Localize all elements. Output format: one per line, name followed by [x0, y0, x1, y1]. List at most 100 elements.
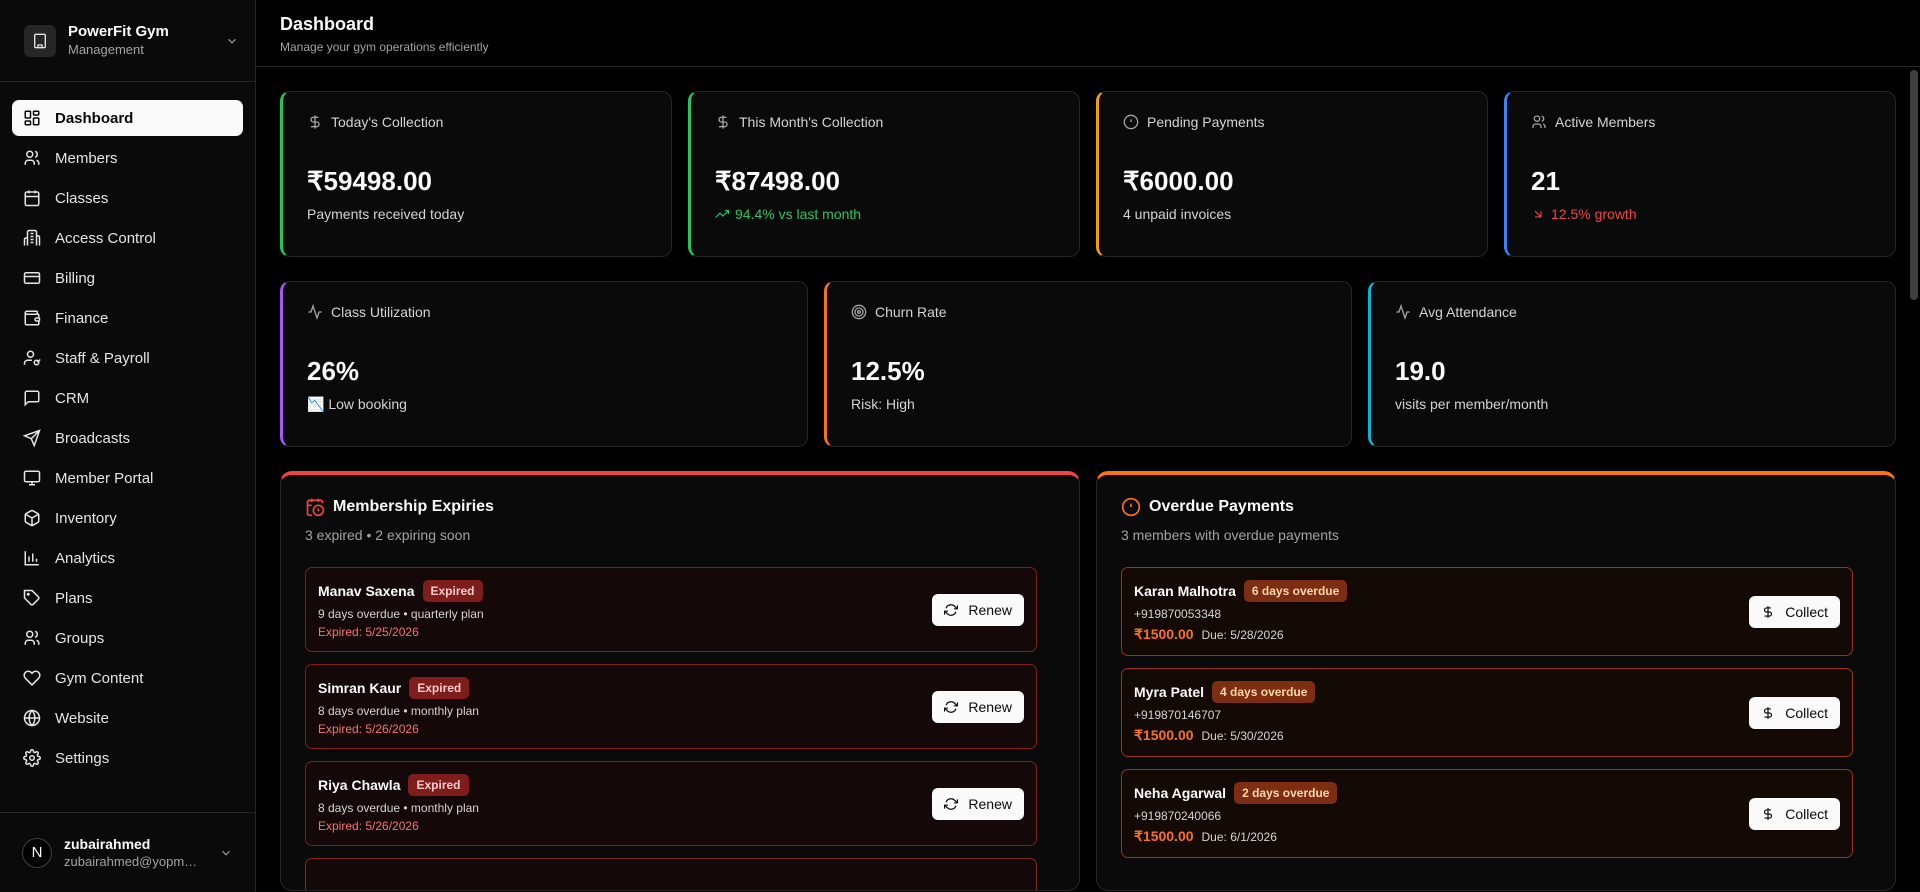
- sidebar-item-gym-content[interactable]: Gym Content: [12, 660, 243, 696]
- users-icon: [1531, 114, 1547, 130]
- entry-detail: 8 days overdue • monthly plan: [318, 801, 479, 815]
- entry-detail: 8 days overdue • monthly plan: [318, 704, 479, 718]
- dollar-icon: [715, 114, 731, 130]
- sidebar-item-label: Groups: [55, 629, 105, 647]
- sidebar-item-analytics[interactable]: Analytics: [12, 540, 243, 576]
- target-icon: [851, 304, 867, 320]
- sidebar-item-billing[interactable]: Billing: [12, 260, 243, 296]
- overdue-payments-panel: Overdue Payments 3 members with overdue …: [1096, 471, 1896, 891]
- button-label: Renew: [968, 601, 1012, 618]
- sidebar-nav: Dashboard Members Classes Access Control…: [0, 82, 255, 812]
- due-date: Due: 5/30/2026: [1201, 729, 1284, 743]
- renew-button[interactable]: Renew: [932, 787, 1024, 820]
- member-phone: +919870053348: [1134, 607, 1222, 621]
- refresh-icon: [944, 700, 959, 714]
- stat-note: Risk: High: [851, 396, 915, 412]
- dashboard-icon: [23, 109, 41, 127]
- member-name: Karan Malhotra: [1134, 583, 1236, 599]
- sidebar-item-access-control[interactable]: Access Control: [12, 220, 243, 256]
- sidebar-item-dashboard[interactable]: Dashboard: [12, 100, 243, 136]
- member-name: Neha Agarwal: [1134, 785, 1227, 801]
- stat-value: 21: [1531, 166, 1560, 196]
- sidebar-item-member-portal[interactable]: Member Portal: [12, 460, 243, 496]
- globe-icon: [23, 709, 41, 727]
- due-date: Due: 6/1/2026: [1201, 830, 1277, 844]
- overdue-badge: 6 days overdue: [1243, 580, 1348, 602]
- alert-circle-icon: [1123, 114, 1139, 130]
- member-name: Manav Saxena: [318, 583, 415, 599]
- stat-card-avg-attendance: Avg Attendance 19.0 visits per member/mo…: [1368, 281, 1896, 447]
- refresh-icon: [944, 603, 959, 617]
- amount-due: ₹1500.00: [1134, 828, 1194, 844]
- stat-card-churn-rate: Churn Rate 12.5% Risk: High: [824, 281, 1352, 447]
- activity-icon: [1395, 304, 1411, 320]
- refresh-icon: [944, 797, 959, 811]
- sidebar-item-inventory[interactable]: Inventory: [12, 500, 243, 536]
- sidebar-item-settings[interactable]: Settings: [12, 740, 243, 776]
- users-icon: [23, 629, 41, 647]
- button-label: Renew: [968, 795, 1012, 812]
- user-name: zubairahmed: [64, 835, 151, 852]
- sidebar-item-label: Broadcasts: [55, 429, 131, 447]
- gear-icon: [23, 749, 41, 767]
- user-menu[interactable]: N zubairahmed zubairahmed@yopmail.com: [0, 812, 255, 892]
- sidebar-item-broadcasts[interactable]: Broadcasts: [12, 420, 243, 456]
- building-icon: [23, 229, 41, 247]
- overdue-badge: 2 days overdue: [1234, 782, 1338, 804]
- member-phone: +919870146707: [1134, 708, 1222, 722]
- panel-subtitle: 3 expired • 2 expiring soon: [305, 527, 471, 543]
- sidebar-item-members[interactable]: Members: [12, 140, 243, 176]
- stat-card-month-collection: This Month's Collection ₹87498.00 94.4% …: [688, 91, 1080, 257]
- list-item: Riya Chawla Expired 8 days overdue • mont…: [305, 761, 1037, 846]
- sidebar-item-classes[interactable]: Classes: [12, 180, 243, 216]
- sidebar-item-label: Website: [55, 709, 109, 727]
- expired-date: Expired: 5/25/2026: [318, 625, 419, 639]
- sidebar-item-plans[interactable]: Plans: [12, 580, 243, 616]
- calendar-clock-icon: [305, 497, 325, 517]
- membership-expiries-panel: Membership Expiries 3 expired • 2 expiri…: [280, 471, 1080, 891]
- due-date: Due: 5/28/2026: [1201, 628, 1284, 642]
- scrollbar[interactable]: [1910, 70, 1918, 300]
- stat-value: 19.0: [1395, 356, 1446, 386]
- page-subtitle: Manage your gym operations efficiently: [280, 40, 489, 54]
- dollar-icon: [1761, 807, 1775, 821]
- message-icon: [23, 389, 41, 407]
- collect-button[interactable]: Collect: [1749, 595, 1840, 628]
- sidebar-item-label: Finance: [55, 309, 109, 327]
- stat-label: This Month's Collection: [739, 114, 884, 130]
- dollar-icon: [1761, 706, 1775, 720]
- stat-value: ₹59498.00: [307, 166, 432, 196]
- panel-title: Overdue Payments: [1149, 498, 1294, 515]
- button-label: Collect: [1785, 603, 1828, 620]
- sidebar-item-groups[interactable]: Groups: [12, 620, 243, 656]
- sidebar-item-label: CRM: [55, 389, 90, 407]
- user-email: zubairahmed@yopmail.com: [64, 853, 204, 869]
- arrow-down-right-icon: [1531, 207, 1545, 221]
- stat-label: Active Members: [1555, 114, 1656, 130]
- stat-value: ₹87498.00: [715, 166, 840, 196]
- sidebar-item-label: Access Control: [55, 229, 156, 247]
- sidebar-item-staff-payroll[interactable]: Staff & Payroll: [12, 340, 243, 376]
- collect-button[interactable]: Collect: [1749, 797, 1840, 830]
- sidebar-item-label: Members: [55, 149, 118, 167]
- stat-note: 12.5% growth: [1551, 206, 1637, 222]
- status-badge: Expired: [422, 580, 483, 602]
- sidebar: PowerFit Gym Management Dashboard Member…: [0, 0, 256, 892]
- stat-card-active-members: Active Members 21 12.5% growth: [1504, 91, 1896, 257]
- chevron-down-icon: [219, 846, 233, 860]
- overdue-badge: 4 days overdue: [1212, 681, 1316, 703]
- tag-icon: [23, 589, 41, 607]
- collect-button[interactable]: Collect: [1749, 696, 1840, 729]
- sidebar-item-finance[interactable]: Finance: [12, 300, 243, 336]
- gym-switcher[interactable]: PowerFit Gym Management: [0, 0, 255, 82]
- bar-chart-icon: [23, 549, 41, 567]
- stat-card-pending-payments: Pending Payments ₹6000.00 4 unpaid invoi…: [1096, 91, 1488, 257]
- sidebar-item-label: Settings: [55, 749, 110, 767]
- sidebar-item-website[interactable]: Website: [12, 700, 243, 736]
- sidebar-item-crm[interactable]: CRM: [12, 380, 243, 416]
- building-icon: [24, 24, 56, 57]
- renew-button[interactable]: Renew: [932, 593, 1024, 626]
- stats-row-top: Today's Collection ₹59498.00 Payments re…: [280, 91, 1896, 257]
- renew-button[interactable]: Renew: [932, 690, 1024, 723]
- panel-title: Membership Expiries: [333, 498, 494, 515]
